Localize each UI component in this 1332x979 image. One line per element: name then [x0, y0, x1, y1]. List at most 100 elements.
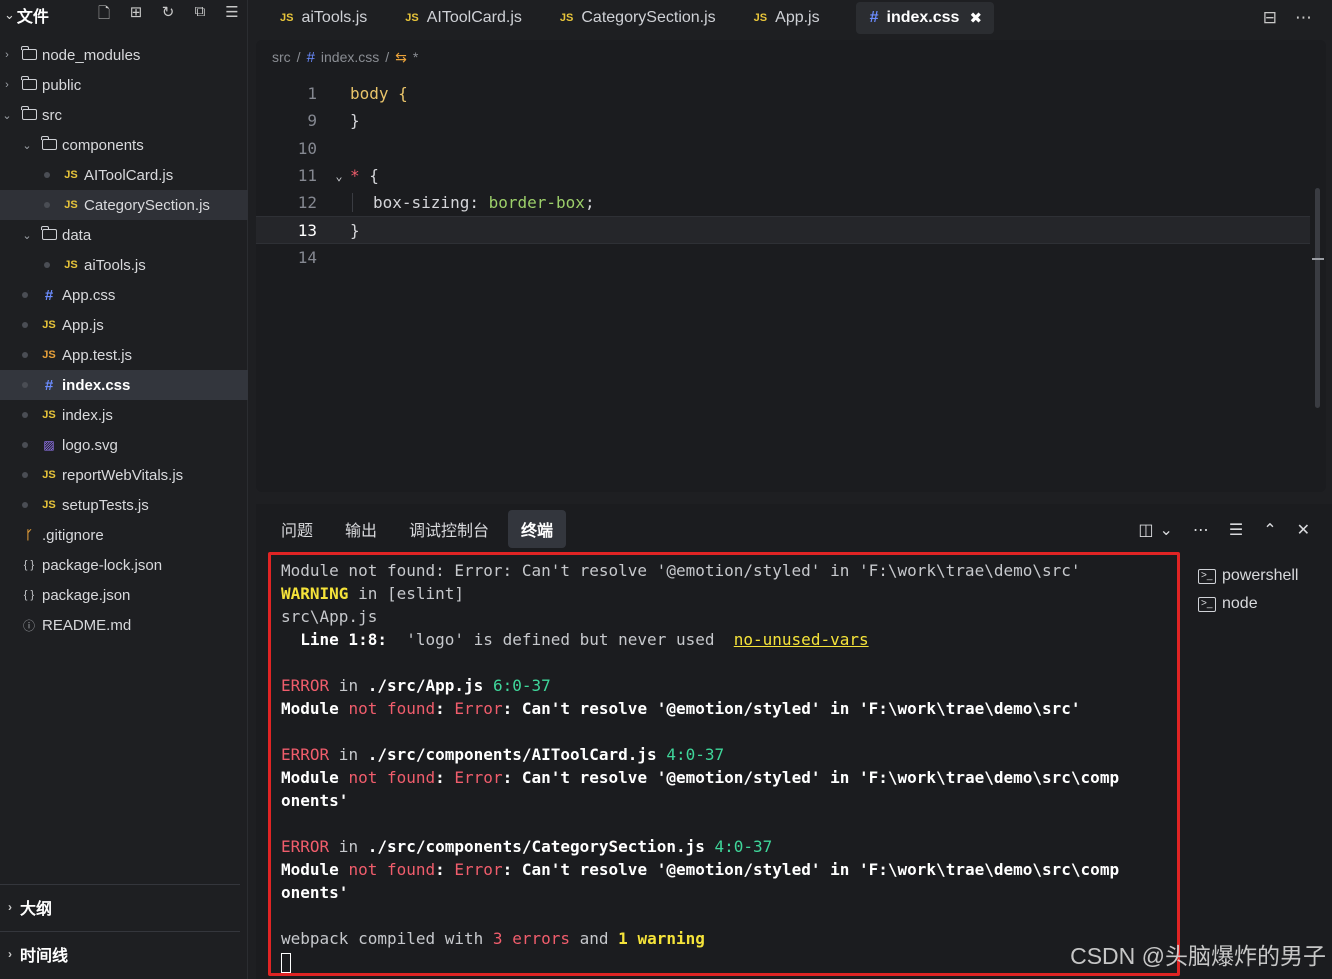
tree-item-label: src: [42, 106, 62, 124]
new-file-icon[interactable]: 🗋: [95, 3, 113, 28]
js-file-icon: JS: [405, 12, 419, 24]
split-editor-icon[interactable]: ⊟: [1263, 8, 1277, 28]
chevron-down-icon: ⌄: [2, 109, 12, 122]
more-actions-icon[interactable]: ⋯: [1193, 520, 1209, 540]
js-file-icon: JS: [64, 169, 78, 181]
tab-categorysection-js[interactable]: JS CategorySection.js: [536, 2, 730, 34]
tree-item-public[interactable]: › public: [0, 70, 248, 100]
tree-item-app-css[interactable]: # App.css: [0, 280, 248, 310]
eslint-rule-link[interactable]: no-unused-vars: [734, 630, 869, 649]
tree-item-package-lock-json[interactable]: { } package-lock.json: [0, 550, 248, 580]
terminal-item-node[interactable]: >_ node: [1198, 590, 1298, 618]
chevron-down-icon[interactable]: ⌄: [4, 7, 15, 23]
code-line: 9 }: [256, 107, 1310, 134]
tab-label: CategorySection.js: [581, 9, 716, 26]
tree-item-data[interactable]: ⌄ data: [0, 220, 248, 250]
chevron-down-icon[interactable]: ⌄: [1159, 520, 1172, 540]
tree-item-package-json[interactable]: { } package.json: [0, 580, 248, 610]
tab-debug-console[interactable]: 调试控制台: [396, 510, 502, 548]
line-number: 10: [297, 138, 317, 158]
chevron-right-icon: ›: [8, 946, 12, 961]
terminal-line: ERROR in ./src/components/CategorySectio…: [281, 837, 773, 856]
terminal-prompt[interactable]: [281, 950, 1177, 973]
breadcrumb-file[interactable]: index.css: [321, 49, 379, 65]
tree-item-reportwebvitals-js[interactable]: JS reportWebVitals.js: [0, 460, 248, 490]
js-file-icon: JS: [64, 199, 78, 211]
split-terminal-icon[interactable]: ◫: [1138, 520, 1153, 540]
terminal-line: Module not found: Error: Can't resolve '…: [281, 860, 1120, 879]
breadcrumb-symbol[interactable]: *: [413, 49, 418, 65]
tree-item-label: public: [42, 76, 82, 94]
tree-item-label: node_modules: [42, 46, 141, 64]
fold-chevron-icon[interactable]: ⌄: [328, 169, 350, 183]
tree-item-aitoolcard-js[interactable]: JS AIToolCard.js: [0, 160, 248, 190]
tree-item-logo-svg[interactable]: ▨ logo.svg: [0, 430, 248, 460]
tab-index-css[interactable]: # index.css ✖: [855, 2, 995, 34]
close-icon[interactable]: ✖: [969, 9, 982, 27]
close-icon[interactable]: ✕: [1297, 520, 1310, 540]
tab-terminal[interactable]: 终端: [508, 510, 567, 548]
js-file-icon: JS: [42, 469, 56, 481]
js-file-icon: JS: [42, 499, 56, 511]
code-line: 11 ⌄ * {: [256, 162, 1310, 189]
terminal-line: Module not found: Error: Can't resolve '…: [281, 699, 1081, 718]
tree-item-label: App.test.js: [62, 346, 133, 364]
code-area[interactable]: 1 body { 9 } 10 11 ⌄ * { 12 box-sizing: …: [256, 80, 1310, 271]
tree-item-categorysection-js[interactable]: JS CategorySection.js: [0, 190, 248, 220]
terminal-output[interactable]: Module not found: Error: Can't resolve '…: [268, 552, 1180, 976]
editor-scrollbar[interactable]: [1315, 188, 1320, 408]
tree-item-app-test-js[interactable]: JS App.test.js: [0, 340, 248, 370]
more-actions-icon[interactable]: ⋯: [1295, 8, 1312, 28]
code-editor[interactable]: src / # index.css / ⇆ * 1 body { 9 } 10 …: [256, 40, 1326, 492]
tree-item-gitignore[interactable]: ᚴ .gitignore: [0, 520, 248, 550]
tree-item-readme-md[interactable]: ⓘ README.md: [0, 610, 248, 640]
scrollbar-position-marker: [1312, 258, 1324, 260]
file-tree: › node_modules › public ⌄ src ⌄ componen…: [0, 40, 248, 640]
tab-app-js[interactable]: JS App.js: [730, 2, 834, 34]
breadcrumb: src / # index.css / ⇆ *: [256, 40, 1326, 74]
timeline-section[interactable]: › 时间线: [0, 931, 240, 975]
file-dot: [22, 382, 28, 388]
tree-item-aitools-js[interactable]: JS aiTools.js: [0, 250, 248, 280]
js-file-icon: JS: [64, 259, 78, 271]
tree-item-index-css[interactable]: # index.css: [0, 370, 248, 400]
tree-item-label: package.json: [42, 586, 131, 604]
info-icon: ⓘ: [22, 618, 35, 633]
tree-item-setuptests-js[interactable]: JS setupTests.js: [0, 490, 248, 520]
timeline-label: 时间线: [20, 947, 69, 965]
tree-item-app-js[interactable]: JS App.js: [0, 310, 248, 340]
tab-problems[interactable]: 问题: [268, 510, 326, 548]
outline-section[interactable]: › 大纲: [0, 884, 240, 928]
code-text: body {: [350, 84, 408, 104]
tab-label: index.css: [886, 9, 960, 26]
tree-item-src[interactable]: ⌄ src: [0, 100, 248, 130]
collapse-all-icon[interactable]: ⧉: [191, 3, 209, 28]
file-dot: [22, 292, 28, 298]
tab-output[interactable]: 输出: [332, 510, 390, 548]
bottom-panel: 问题 输出 调试控制台 终端 ◫ ⌄ ⋯ ☰ ⌃ ✕ Module not fo…: [256, 504, 1332, 979]
settings-sliders-icon[interactable]: ☰: [1229, 520, 1243, 540]
folder-open-icon: [38, 136, 60, 152]
tab-aitools-js[interactable]: JS aiTools.js: [256, 2, 381, 34]
js-file-icon: JS: [753, 12, 768, 24]
refresh-icon[interactable]: ↻: [159, 3, 177, 28]
chevron-up-icon[interactable]: ⌃: [1263, 520, 1276, 540]
tree-item-components[interactable]: ⌄ components: [0, 130, 248, 160]
file-dot: [22, 412, 28, 418]
new-folder-icon[interactable]: ⊞: [127, 3, 145, 28]
tree-item-label: AIToolCard.js: [84, 166, 174, 184]
tree-item-index-js[interactable]: JS index.js: [0, 400, 248, 430]
terminal-item-label: powershell: [1222, 567, 1299, 584]
js-test-file-icon: JS: [42, 349, 56, 361]
explorer-sidebar: ⌄ 文件 🗋 ⊞ ↻ ⧉ ☰ › node_modules › public ⌄…: [0, 0, 248, 979]
settings-sliders-icon[interactable]: ☰: [223, 3, 241, 28]
tab-label: App.js: [775, 9, 820, 26]
terminal-line: Line 1:8: 'logo' is defined but never us…: [281, 630, 869, 649]
chevron-right-icon: ›: [5, 49, 9, 61]
tab-aitoolcard-js[interactable]: JS AIToolCard.js: [381, 2, 536, 34]
tree-item-node-modules[interactable]: › node_modules: [0, 40, 248, 70]
line-number: 14: [297, 247, 317, 267]
terminal-line: Module not found: Error: Can't resolve '…: [281, 561, 1081, 580]
terminal-item-powershell[interactable]: >_ powershell: [1198, 562, 1298, 590]
breadcrumb-folder[interactable]: src: [272, 49, 291, 65]
